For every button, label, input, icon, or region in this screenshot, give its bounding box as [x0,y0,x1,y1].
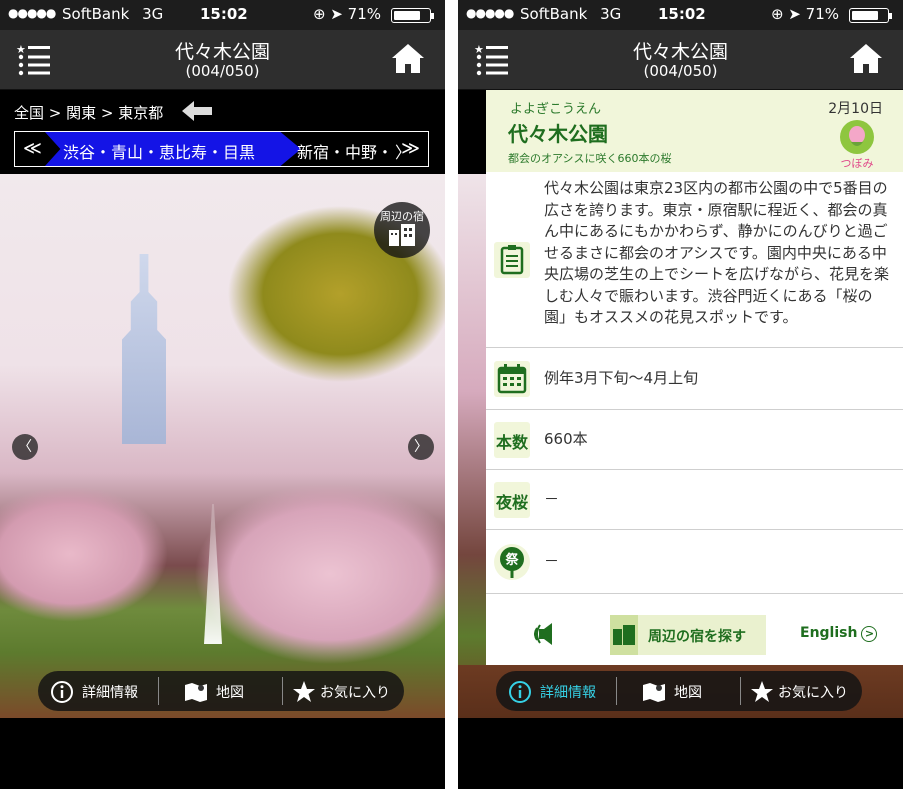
tab-map-label: 地図 [674,685,702,701]
area-next-button[interactable]: ≫ [401,138,420,159]
spot-name: 代々木公園 [508,122,608,146]
area-tab-shinjuku[interactable]: 新宿・中野・ [297,139,393,163]
battery-percent: ⊕ ➤ 71% [770,5,839,23]
spot-photo[interactable]: 周辺の宿 〈 〉 [0,174,445,718]
screen-right: ●●●●● SoftBank 3G 15:02 ⊕ ➤ 71% ★ 代々木公園 … [458,0,903,789]
screen-left: ●●●●● SoftBank 3G 15:02 ⊕ ➤ 71% ★ 代々木公園 … [0,0,445,789]
tab-divider [158,677,159,705]
background-photo-edge [458,174,486,718]
map-icon [185,683,207,702]
night-sakura-text: － [544,490,560,508]
tab-favorite[interactable]: お気に入り [292,671,402,711]
home-button[interactable] [391,42,425,76]
detail-panel: よよぎこうえん 2月10日 代々木公園 都会のオアシスに咲く660本の桜 つぼみ [486,90,903,665]
tab-favorite[interactable]: お気に入り [750,671,860,711]
page-title: 代々木公園 [632,41,728,63]
breadcrumb-text: 全国 > 関東 > 東京都 [14,104,164,122]
carrier-label: SoftBank 3G [520,5,622,23]
home-button[interactable] [849,42,883,76]
area-selector: ≪ 渋谷・青山・恵比寿・目黒 新宿・中野・ 〉 ≫ [14,131,429,167]
nearby-hotel-button[interactable]: 周辺の宿 [374,202,430,258]
tab-info[interactable]: 詳細情報 [50,671,158,711]
tree-count-icon: 本数 [494,422,530,458]
nav-bar: ★ 代々木公園 (004/050) [0,30,445,90]
hotel-search-button[interactable]: 周辺の宿を探す [610,615,766,655]
signal-strength: ●●●●● [8,6,56,20]
fountain-shape [204,504,222,644]
memo-icon [494,242,530,278]
tab-divider [282,677,283,705]
tab-favorite-label: お気に入り [778,685,848,701]
tab-info-label: 詳細情報 [540,685,596,701]
status-bar: ●●●●● SoftBank 3G 15:02 ⊕ ➤ 71% [458,0,903,30]
home-icon [850,44,882,73]
tree-count-text: 660本 [544,430,588,448]
english-label: English [800,625,858,641]
description-text: 代々木公園は東京23区内の都市公園の中で5番目の広さを誇ります。東京・原宿駅に程… [544,179,890,326]
english-button[interactable]: English > [800,625,878,642]
festival-row: 祭 － [486,530,903,594]
bottom-tab-bar: 詳細情報 地図 お気に入り [496,671,862,711]
photo-prev-button[interactable]: 〈 [12,434,38,460]
calendar-icon [494,361,530,397]
festival-text: － [544,552,560,570]
back-arrow-icon[interactable] [182,101,212,121]
area-tab-label: 渋谷・青山・恵比寿・目黒 [63,143,256,162]
building-icon [610,615,638,655]
area-tab-shibuya[interactable]: 渋谷・青山・恵比寿・目黒 [45,132,301,166]
building-icon [389,224,415,246]
spot-date: 2月10日 [828,101,883,117]
battery-icon [391,8,434,23]
tab-map-label: 地図 [216,685,244,701]
battery-percent: ⊕ ➤ 71% [312,5,381,23]
tab-info[interactable]: 詳細情報 [508,671,616,711]
star-icon [751,681,773,702]
tab-divider [616,677,617,705]
page-counter: (004/050) [643,62,718,80]
home-icon [392,44,424,73]
detail-header: よよぎこうえん 2月10日 代々木公園 都会のオアシスに咲く660本の桜 つぼみ [486,90,903,172]
photo-next-button[interactable]: 〉 [408,434,434,460]
tab-favorite-label: お気に入り [320,685,390,701]
tab-map[interactable]: 地図 [184,671,274,711]
nearby-hotel-label: 周辺の宿 [380,210,424,223]
carrier-label: SoftBank 3G [62,5,164,23]
tower-shape [122,254,166,444]
hotel-search-label: 周辺の宿を探す [648,629,746,645]
battery-icon [849,8,892,23]
page-counter: (004/050) [185,62,260,80]
tab-map[interactable]: 地図 [642,671,732,711]
signal-strength: ●●●●● [466,6,514,20]
night-sakura-icon: 夜桜 [494,482,530,518]
bottom-tab-bar: 詳細情報 地図 お気に入り [38,671,404,711]
blossom-bud-icon [840,120,874,154]
speaker-icon[interactable] [534,621,566,647]
map-icon [643,683,665,702]
tab-divider [740,677,741,705]
bloom-status-label: つぼみ [840,157,874,170]
chevron-right-icon: > [861,626,878,642]
page-title: 代々木公園 [174,41,270,63]
clock: 15:02 [200,5,248,23]
season-row: 例年3月下旬〜4月上旬 [486,348,903,410]
star-icon [293,681,315,702]
breadcrumb: 全国 > 関東 > 東京都 [0,91,445,131]
spot-subtitle: 都会のオアシスに咲く660本の桜 [508,152,672,165]
status-bar: ●●●●● SoftBank 3G 15:02 ⊕ ➤ 71% [0,0,445,30]
tree-count-row: 本数 660本 [486,410,903,470]
clock: 15:02 [658,5,706,23]
detail-actions: 周辺の宿を探す English > [486,605,903,665]
description-row: 代々木公園は東京23区内の都市公園の中で5番目の広さを誇ります。東京・原宿駅に程… [486,172,903,348]
bloom-status-badge: つぼみ [833,120,881,170]
night-sakura-row: 夜桜 － [486,470,903,530]
nav-bar: ★ 代々木公園 (004/050) [458,30,903,90]
festival-fan-icon: 祭 [494,544,530,580]
info-icon [51,681,73,703]
spot-kana: よよぎこうえん [510,102,602,117]
tab-info-label: 詳細情報 [82,685,138,701]
area-prev-button[interactable]: ≪ [23,138,42,159]
season-text: 例年3月下旬〜4月上旬 [544,369,699,387]
info-icon [509,681,531,703]
svg-text:祭: 祭 [504,552,519,568]
